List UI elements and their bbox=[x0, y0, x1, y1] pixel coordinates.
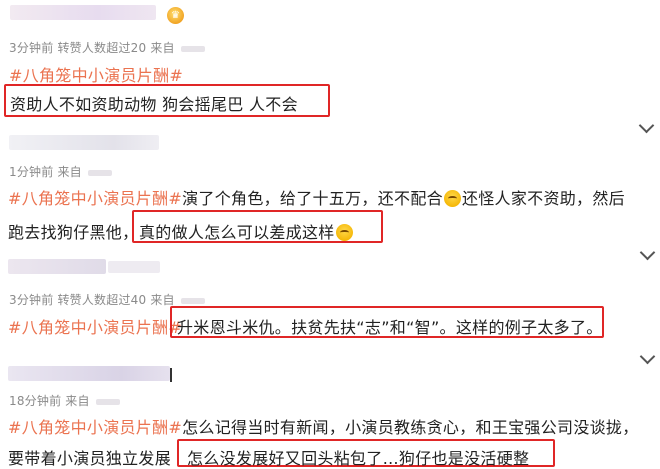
username-cursor-mark bbox=[170, 368, 172, 382]
comment-meta: 1分钟前 来自 bbox=[9, 163, 112, 180]
comment-text-pre: 跑去找狗仔黑他， bbox=[8, 223, 139, 242]
comment-hashtag-line: #八角笼中小演员片酬# bbox=[8, 314, 182, 338]
source-blurred bbox=[180, 45, 205, 52]
username-blurred[interactable] bbox=[9, 135, 159, 150]
sweat-face-emoji bbox=[443, 190, 461, 207]
comment-text: 演了个角色，给了十五万，还不配合 bbox=[182, 189, 443, 208]
hashtag-link[interactable]: #八角笼中小演员片酬# bbox=[8, 318, 182, 337]
chevron-down-icon[interactable] bbox=[639, 348, 656, 365]
source-blurred bbox=[87, 169, 112, 176]
comment-text-line-2: 要带着小演员独立发展 bbox=[8, 445, 171, 469]
comment-text: 怎么记得当时有新闻，小演员教练贪心，和王宝强公司没谈拢， bbox=[182, 418, 639, 437]
source-blurred bbox=[180, 297, 205, 304]
chevron-down-icon[interactable] bbox=[638, 117, 655, 134]
comment-text: 资助人不如资助动物 狗会摇尾巴 人不会 bbox=[10, 95, 298, 114]
comment-meta: 3分钟前 转赞人数超过20 来自 bbox=[9, 39, 205, 56]
comment-text-line-2: 跑去找狗仔黑他， bbox=[8, 219, 138, 243]
username-blurred[interactable] bbox=[10, 5, 156, 20]
meta-text: 3分钟前 转赞人数超过40 来自 bbox=[9, 293, 175, 307]
sweat-face-emoji bbox=[335, 224, 353, 241]
source-blurred bbox=[95, 398, 120, 405]
meta-text: 1分钟前 来自 bbox=[9, 165, 82, 179]
hashtag-link[interactable]: #八角笼中小演员片酬# bbox=[9, 66, 183, 85]
chevron-down-icon[interactable] bbox=[639, 244, 656, 261]
boxed-text: 真的做人怎么可以差成这样 bbox=[139, 223, 335, 242]
username-blurred[interactable] bbox=[8, 259, 106, 274]
comment-hashtag-line: #八角笼中小演员片酬# bbox=[9, 62, 183, 86]
comment-text-line-1: #八角笼中小演员片酬#演了个角色，给了十五万，还不配合 还怪人家不资助，然后 bbox=[8, 185, 625, 209]
meta-text: 18分钟前 来自 bbox=[9, 394, 90, 408]
comment-text-tail: 还怪人家不资助，然后 bbox=[461, 189, 625, 208]
username-blurred-extra bbox=[108, 261, 160, 273]
comment-text: 升米恩斗米仇。扶贫先扶“志”和“智”。这样的例子太多了。 bbox=[177, 318, 603, 337]
comment-text-pre: 要带着小演员独立发展 bbox=[8, 449, 172, 468]
meta-text: 3分钟前 转赞人数超过20 来自 bbox=[9, 41, 175, 55]
comment-text-boxed: 怎么没发展好又回头粘包了…狗仔也是没活硬整 bbox=[187, 449, 530, 468]
hashtag-link[interactable]: #八角笼中小演员片酬# bbox=[8, 418, 182, 437]
username-blurred[interactable] bbox=[8, 366, 170, 381]
comment-meta: 18分钟前 来自 bbox=[9, 392, 120, 409]
comment-text-line-1: #八角笼中小演员片酬#怎么记得当时有新闻，小演员教练贪心，和王宝强公司没谈拢， bbox=[8, 414, 639, 438]
comment-text-boxed: 真的做人怎么可以差成这样 bbox=[139, 219, 354, 243]
hashtag-link[interactable]: #八角笼中小演员片酬# bbox=[8, 189, 182, 208]
vip-crown-icon: ♛ bbox=[167, 7, 184, 24]
